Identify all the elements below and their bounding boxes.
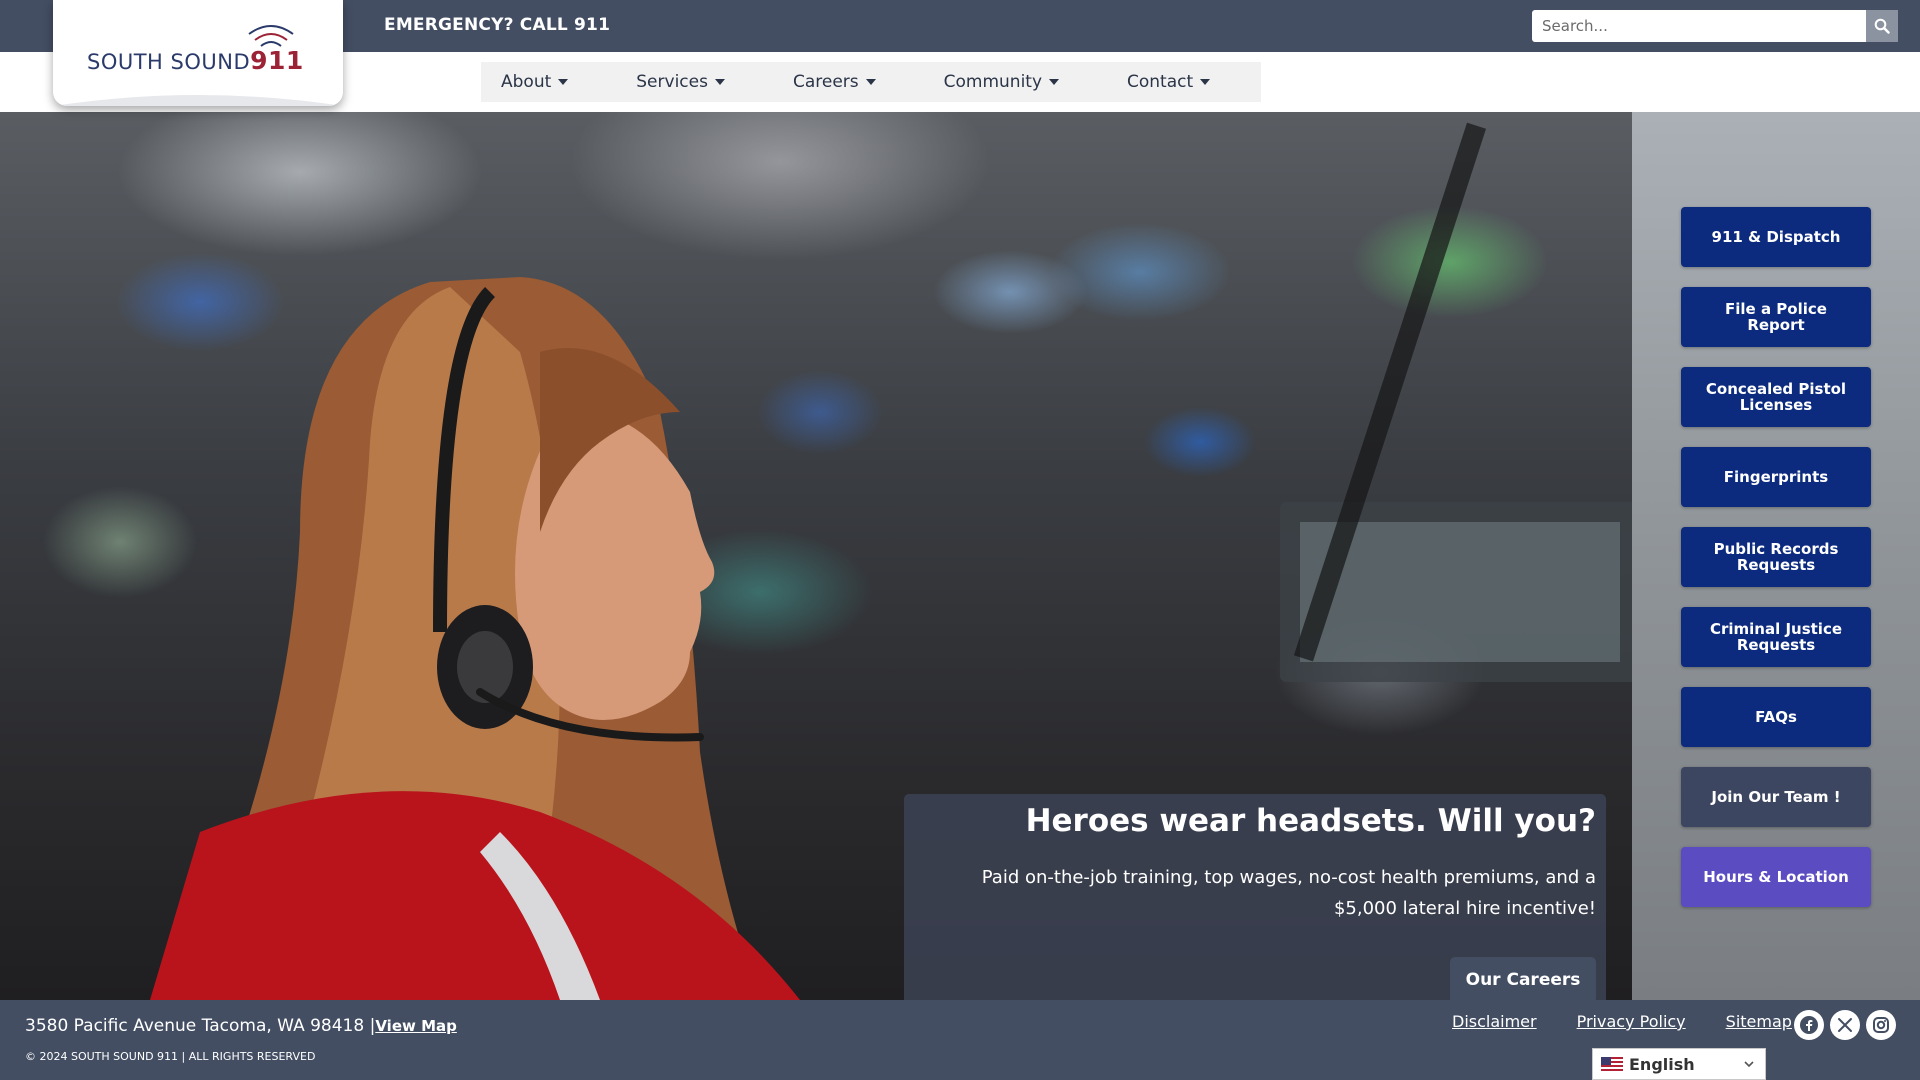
emergency-text: EMERGENCY? CALL 911 <box>384 15 611 35</box>
search-box <box>1532 10 1898 42</box>
privacy-policy-link[interactable]: Privacy Policy <box>1577 1012 1686 1031</box>
x-glyph <box>1838 1018 1852 1032</box>
chevron-down-icon <box>1744 1061 1754 1068</box>
language-selector[interactable]: English <box>1592 1048 1766 1080</box>
our-careers-button[interactable]: Our Careers <box>1450 957 1596 1000</box>
caret-down-icon <box>558 79 569 85</box>
site-logo[interactable]: SOUTH SOUND911 <box>53 0 343 106</box>
careers-callout: Heroes wear headsets. Will you? Paid on-… <box>904 794 1606 1000</box>
facebook-icon[interactable] <box>1794 1010 1824 1040</box>
quick-links-panel: 911 & Dispatch File a Police Report Conc… <box>1632 112 1920 1000</box>
hero-title: Heroes wear headsets. Will you? <box>1025 803 1596 839</box>
logo-text-number: 911 <box>250 46 304 75</box>
quick-link-911-dispatch[interactable]: 911 & Dispatch <box>1681 207 1871 267</box>
nav-item-label: Careers <box>792 72 859 92</box>
address-text: 3580 Pacific Avenue Tacoma, WA 98418 <box>25 1016 365 1036</box>
logo-swoosh <box>53 95 343 106</box>
nav-item-label: Community <box>943 72 1043 92</box>
footer-links: Disclaimer Privacy Policy Sitemap <box>1452 1012 1792 1031</box>
quick-link-hours-location[interactable]: Hours & Location <box>1681 847 1871 907</box>
quick-link-police-report[interactable]: File a Police Report <box>1681 287 1871 347</box>
caret-down-icon <box>865 79 876 85</box>
x-icon[interactable] <box>1830 1010 1860 1040</box>
quick-link-criminal-justice[interactable]: Criminal Justice Requests <box>1681 607 1871 667</box>
footer-address: 3580 Pacific Avenue Tacoma, WA 98418 |Vi… <box>25 1016 457 1036</box>
search-input[interactable] <box>1532 10 1866 42</box>
social-links <box>1794 1010 1896 1040</box>
nav-item-label: About <box>501 72 552 92</box>
facebook-glyph <box>1800 1016 1818 1034</box>
nav-item-label: Services <box>636 72 708 92</box>
nav-item-services[interactable]: Services <box>636 72 725 92</box>
nav-item-about[interactable]: About <box>501 72 569 92</box>
search-button[interactable] <box>1866 10 1898 42</box>
view-map-link[interactable]: View Map <box>375 1017 457 1035</box>
quick-link-fingerprints[interactable]: Fingerprints <box>1681 447 1871 507</box>
quick-link-public-records[interactable]: Public Records Requests <box>1681 527 1871 587</box>
logo-text-main: SOUTH SOUND <box>87 50 251 74</box>
nav-item-label: Contact <box>1127 72 1194 92</box>
search-icon <box>1874 18 1890 34</box>
copyright-text: © 2024 SOUTH SOUND 911 | ALL RIGHTS RESE… <box>25 1050 316 1063</box>
sitemap-link[interactable]: Sitemap <box>1726 1012 1792 1031</box>
instagram-icon[interactable] <box>1866 1010 1896 1040</box>
disclaimer-link[interactable]: Disclaimer <box>1452 1012 1537 1031</box>
caret-down-icon <box>714 79 725 85</box>
hero-text: Paid on-the-job training, top wages, no-… <box>981 867 1596 919</box>
nav-item-careers[interactable]: Careers <box>793 72 876 92</box>
nav-item-contact[interactable]: Contact <box>1127 72 1211 92</box>
main-nav: About Services Careers Community Contact <box>481 62 1261 102</box>
instagram-glyph <box>1873 1017 1889 1033</box>
quick-link-concealed-pistol[interactable]: Concealed Pistol Licenses <box>1681 367 1871 427</box>
nav-item-community[interactable]: Community <box>943 72 1060 92</box>
us-flag-icon <box>1601 1057 1623 1071</box>
quick-link-faqs[interactable]: FAQs <box>1681 687 1871 747</box>
language-label: English <box>1629 1054 1695 1074</box>
caret-down-icon <box>1049 79 1060 85</box>
hero-banner: Heroes wear headsets. Will you? Paid on-… <box>0 112 1632 1000</box>
quick-link-join-team[interactable]: Join Our Team ! <box>1681 767 1871 827</box>
caret-down-icon <box>1200 79 1211 85</box>
site-footer: 3580 Pacific Avenue Tacoma, WA 98418 |Vi… <box>0 1000 1920 1080</box>
logo-text: SOUTH SOUND911 <box>87 46 304 75</box>
